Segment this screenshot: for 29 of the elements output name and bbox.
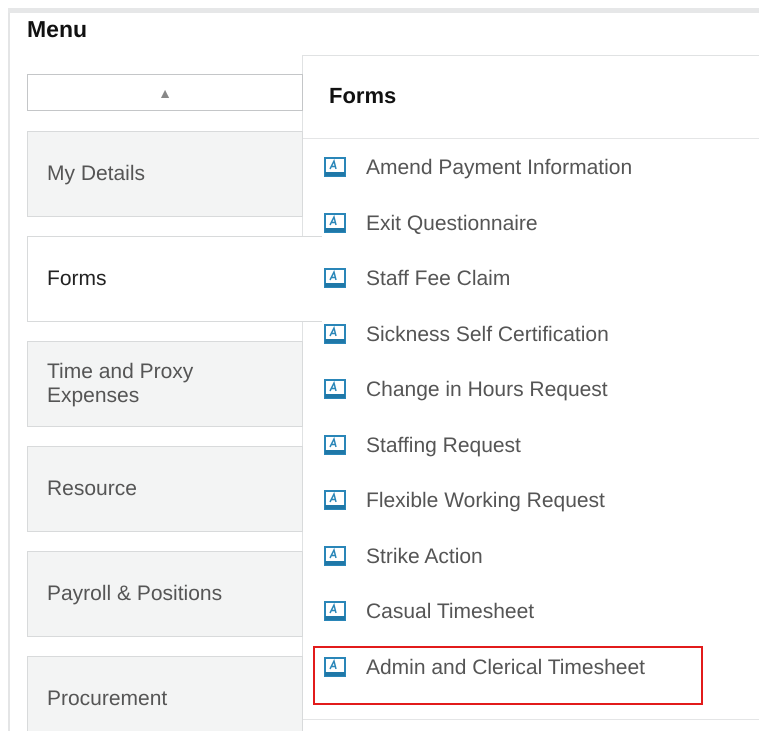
form-icon <box>324 656 346 676</box>
form-link[interactable]: Change in Hours Request <box>366 378 608 402</box>
form-icon <box>324 324 346 344</box>
form-link[interactable]: Sickness Self Certification <box>366 322 609 346</box>
menu-title: Menu <box>26 15 88 44</box>
menu-item[interactable]: Forms <box>27 236 322 322</box>
menu-item[interactable]: Procurement <box>27 656 303 731</box>
form-link[interactable]: Strike Action <box>366 544 483 568</box>
form-icon <box>324 268 346 288</box>
form-link[interactable]: Casual Timesheet <box>366 600 534 624</box>
form-link[interactable]: Staff Fee Claim <box>366 267 510 291</box>
panel-title: Forms <box>303 56 759 139</box>
form-icon <box>324 490 346 510</box>
form-icon <box>324 379 346 399</box>
menu-item[interactable]: Resource <box>27 446 303 532</box>
form-link[interactable]: Amend Payment Information <box>366 156 632 180</box>
form-icon <box>324 601 346 621</box>
menu-item[interactable]: Payroll & Positions <box>27 551 303 637</box>
menu-item[interactable]: Time and Proxy Expenses <box>27 341 303 427</box>
form-link[interactable]: Admin and Clerical Timesheet <box>366 656 645 680</box>
form-icon <box>324 157 346 177</box>
form-link[interactable]: Staffing Request <box>366 434 521 458</box>
form-icon <box>324 434 346 454</box>
form-link[interactable]: Exit Questionnaire <box>366 212 538 236</box>
scroll-up-button[interactable]: ▲ <box>27 74 303 111</box>
form-icon <box>324 546 346 566</box>
form-link[interactable]: Flexible Working Request <box>366 489 605 513</box>
menu-item[interactable]: My Details <box>27 131 303 217</box>
form-icon <box>324 212 346 232</box>
